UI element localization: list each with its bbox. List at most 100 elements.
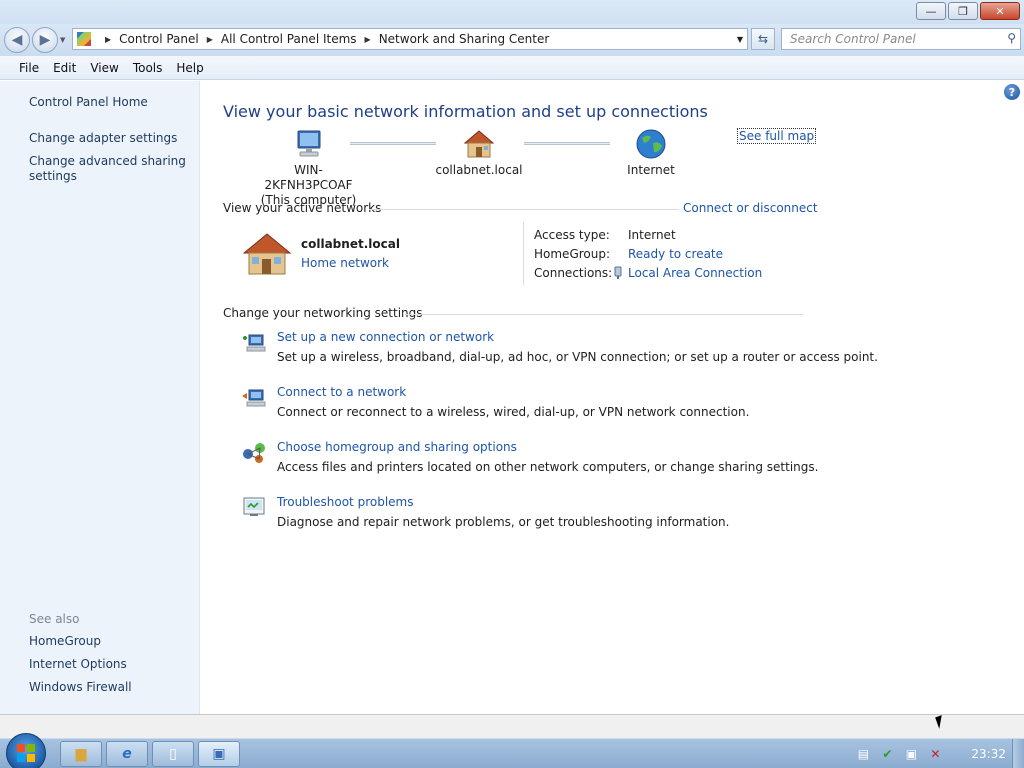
maximize-button[interactable]: ❐ — [948, 2, 978, 20]
divider — [405, 314, 803, 315]
map-link-line — [524, 142, 610, 145]
network-type-link[interactable]: Home network — [301, 256, 389, 270]
task-description: Set up a wireless, broadband, dial-up, a… — [277, 350, 878, 364]
notepad-icon: ▯ — [169, 746, 177, 762]
menu-bar: File Edit View Tools Help — [0, 56, 1024, 80]
breadcrumb-arrow-icon[interactable]: ▶ — [105, 35, 111, 44]
task-pane: Control Panel Home Change adapter settin… — [0, 81, 200, 714]
access-type-value: Internet — [628, 228, 676, 242]
status-bar — [0, 714, 1024, 738]
windows-logo-icon — [17, 744, 35, 762]
task-title[interactable]: Set up a new connection or network — [277, 330, 494, 344]
menu-file[interactable]: File — [12, 59, 46, 77]
task-homegroup-sharing[interactable]: Choose homegroup and sharing options Acc… — [241, 440, 821, 480]
homegroup-ready-link[interactable]: Ready to create — [628, 247, 723, 261]
breadcrumb-arrow-icon[interactable]: ▶ — [365, 35, 371, 44]
back-button[interactable]: ◀ — [4, 27, 30, 53]
windows-firewall-link[interactable]: Windows Firewall — [29, 680, 132, 695]
active-networks-header: View your active networks — [223, 201, 382, 215]
forward-arrow-icon: ▶ — [39, 32, 51, 48]
search-placeholder: Search Control Panel — [790, 32, 916, 46]
globe-icon — [636, 129, 666, 159]
breadcrumb-control-panel[interactable]: Control Panel — [119, 32, 199, 46]
start-button[interactable] — [6, 733, 46, 768]
new-connection-icon — [243, 334, 266, 352]
show-desktop-button[interactable] — [1012, 739, 1024, 768]
search-input[interactable]: Search Control Panel ⚲ — [781, 28, 1021, 50]
security-shield-icon[interactable]: ✔ — [879, 746, 895, 762]
ethernet-plug-icon — [614, 266, 622, 279]
connect-or-disconnect-link[interactable]: Connect or disconnect — [683, 201, 818, 215]
computer-name: WIN-2KFNH3PCOAF — [264, 163, 353, 192]
network-tray-icon[interactable]: ▣ — [903, 746, 919, 762]
refresh-icon: ⇆ — [757, 32, 769, 46]
internet-explorer-icon: e — [122, 746, 132, 762]
menu-tools[interactable]: Tools — [126, 59, 170, 77]
refresh-button[interactable]: ⇆ — [751, 28, 775, 50]
change-adapter-settings-link[interactable]: Change adapter settings — [29, 131, 177, 146]
control-panel-icon — [77, 32, 91, 46]
breadcrumb-network-center[interactable]: Network and Sharing Center — [379, 32, 550, 46]
address-dropdown-icon[interactable]: ▼ — [737, 35, 743, 44]
home-network-house-icon[interactable] — [241, 231, 293, 277]
task-new-connection[interactable]: Set up a new connection or network Set u… — [241, 330, 878, 370]
menu-view[interactable]: View — [83, 59, 125, 77]
change-advanced-sharing-link[interactable]: Change advanced sharing settings — [29, 154, 189, 184]
search-icon[interactable]: ⚲ — [1007, 31, 1016, 45]
task-connect-network[interactable]: Connect to a network Connect or reconnec… — [241, 385, 821, 425]
folder-icon: ▆ — [75, 746, 87, 762]
help-icon[interactable]: ? — [1004, 84, 1020, 100]
task-troubleshoot[interactable]: Troubleshoot problems Diagnose and repai… — [241, 495, 821, 535]
homegroup-sharing-icon — [243, 443, 265, 463]
access-type-label: Access type: — [534, 228, 610, 242]
page-title: View your basic network information and … — [223, 102, 708, 121]
task-title[interactable]: Troubleshoot problems — [277, 495, 413, 509]
taskbar-network-center-button[interactable]: ▣ — [198, 741, 240, 767]
computer-icon — [297, 130, 320, 157]
see-full-map-link[interactable]: See full map — [737, 128, 817, 144]
taskbar-ie-button[interactable]: e — [106, 741, 148, 767]
network-center-icon: ▣ — [212, 746, 226, 762]
connections-label: Connections: — [534, 266, 613, 280]
map-network[interactable]: collabnet.local — [429, 129, 529, 178]
minimize-button[interactable]: — — [916, 2, 946, 20]
active-network-name: collabnet.local — [301, 237, 400, 251]
volume-muted-icon[interactable]: ✕ — [927, 746, 943, 762]
network-name: collabnet.local — [435, 163, 523, 177]
back-arrow-icon: ◀ — [11, 32, 23, 48]
task-description: Connect or reconnect to a wireless, wire… — [277, 405, 750, 419]
recent-pages-dropdown[interactable]: ▼ — [60, 36, 65, 44]
task-title[interactable]: Choose homegroup and sharing options — [277, 440, 517, 454]
homegroup-label: HomeGroup: — [534, 247, 611, 261]
taskbar: ▆ e ▯ ▣ ▤ ✔ ▣ ✕ 23:32 — [0, 733, 1024, 768]
navigation-bar: ◀ ▶ ▼ ▶ Control Panel ▶ All Control Panel … — [0, 24, 1024, 56]
see-also-label: See also — [29, 612, 80, 626]
map-internet[interactable]: Internet — [611, 129, 691, 178]
address-bar[interactable]: ▶ Control Panel ▶ All Control Panel Items … — [72, 28, 748, 50]
menu-edit[interactable]: Edit — [46, 59, 83, 77]
map-link-line — [350, 142, 436, 145]
close-button[interactable]: ✕ — [980, 2, 1020, 20]
internet-options-link[interactable]: Internet Options — [29, 657, 127, 672]
system-tray: ▤ ✔ ▣ ✕ 23:32 — [855, 739, 1010, 768]
task-description: Diagnose and repair network problems, or… — [277, 515, 730, 529]
networking-settings-header: Change your networking settings — [223, 306, 423, 320]
task-title[interactable]: Connect to a network — [277, 385, 406, 399]
clock[interactable]: 23:32 — [971, 747, 1006, 761]
action-center-icon[interactable]: ▤ — [855, 746, 871, 762]
main-content: ? View your basic network information an… — [201, 81, 1024, 714]
homegroup-link[interactable]: HomeGroup — [29, 634, 101, 649]
breadcrumb-arrow-icon[interactable]: ▶ — [207, 35, 213, 44]
forward-button[interactable]: ▶ — [32, 27, 58, 53]
menu-help[interactable]: Help — [169, 59, 210, 77]
map-this-computer[interactable]: WIN-2KFNH3PCOAF (This computer) — [251, 129, 366, 208]
taskbar-explorer-button[interactable]: ▆ — [60, 741, 102, 767]
connect-network-icon — [242, 389, 266, 407]
local-area-connection-link[interactable]: Local Area Connection — [628, 266, 762, 280]
task-description: Access files and printers located on oth… — [277, 460, 819, 474]
taskbar-notepad-button[interactable]: ▯ — [152, 741, 194, 767]
internet-label: Internet — [627, 163, 675, 177]
breadcrumb-all-items[interactable]: All Control Panel Items — [221, 32, 357, 46]
divider — [369, 209, 679, 210]
control-panel-home-link[interactable]: Control Panel Home — [29, 95, 148, 110]
